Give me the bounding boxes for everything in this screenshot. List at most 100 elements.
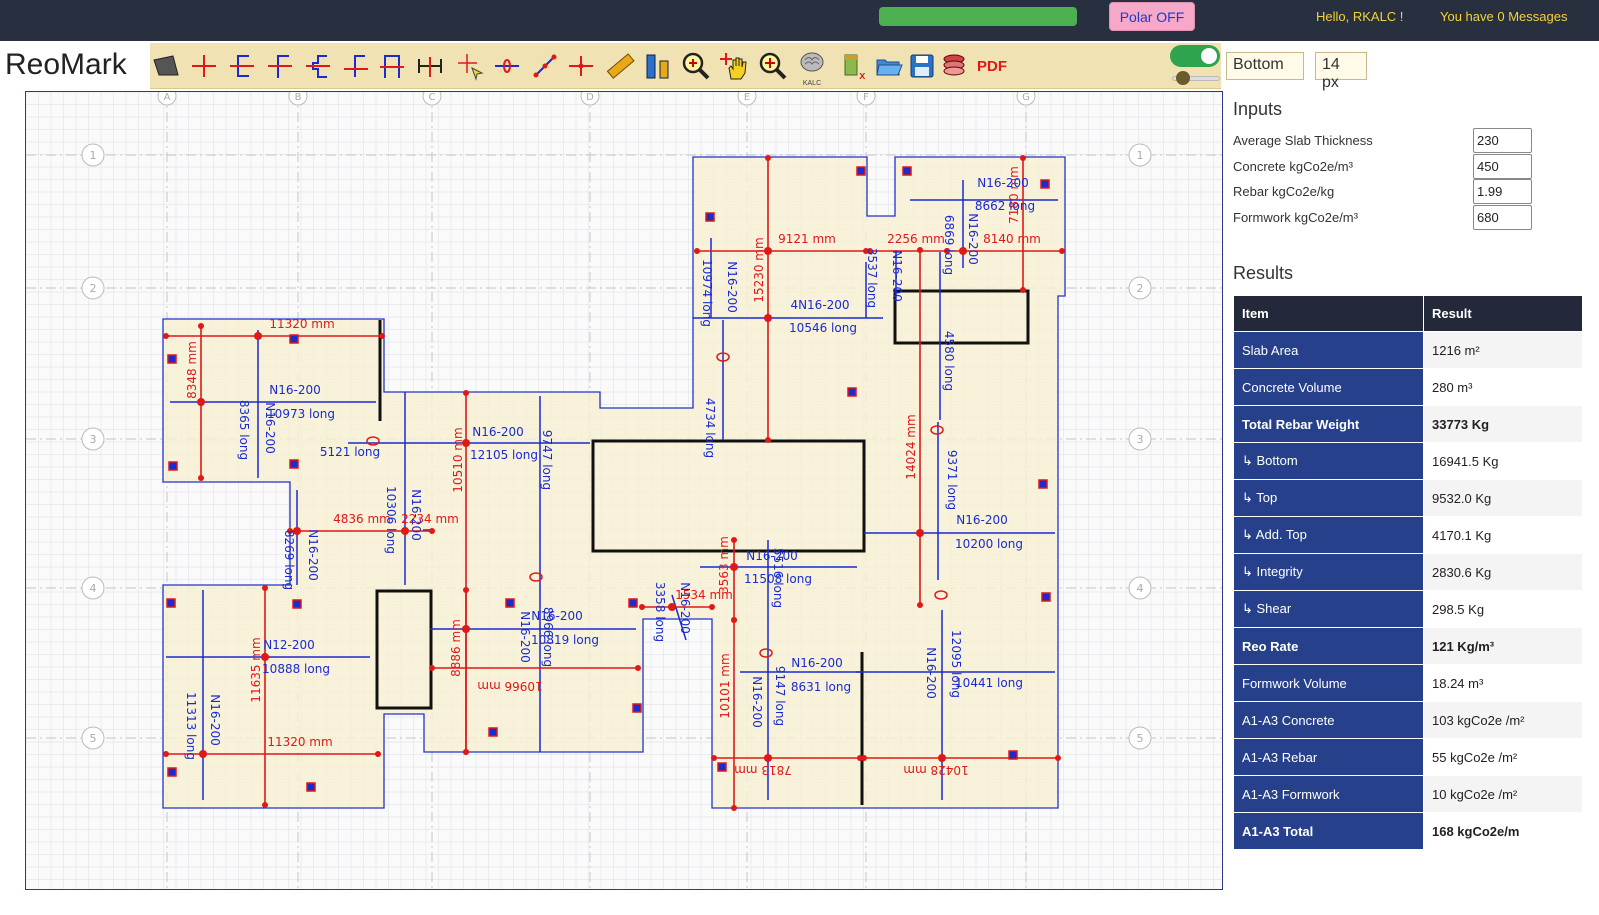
result-value: 18.24 m³ [1423,664,1583,702]
marker-square [628,598,638,608]
user-greeting[interactable]: Hello, RKALC ! [1316,9,1403,24]
results-header-result: Result [1423,295,1583,332]
pan-hand-icon[interactable] [718,49,750,83]
select-slab-icon[interactable] [150,49,182,83]
dimension-label: 11320 mm [269,317,334,331]
zoom-in-icon[interactable] [680,49,712,83]
input-label: Formwork kgCo2e/m³ [1233,209,1358,225]
dimension-label: 7813 mm [734,763,792,777]
grid-column-label: E [744,92,750,103]
kalc-brain-icon[interactable]: KALC [796,49,828,87]
marker-square [705,212,715,222]
marker-square [717,762,727,772]
dimension-icon[interactable] [414,49,446,83]
slider-knob[interactable] [1176,71,1190,85]
bar-label: 5121 long [320,445,380,459]
bar-circle-icon[interactable] [491,49,523,83]
pdf-icon[interactable]: PDF [972,49,1012,83]
result-item: A1-A3 Rebar [1233,738,1424,776]
opacity-slider[interactable] [1172,71,1220,85]
dimension-node [711,755,717,761]
polar-toggle-button[interactable]: Polar OFF [1109,2,1195,31]
level-icon[interactable] [642,49,674,83]
text-size-select[interactable]: 14 px [1315,52,1367,91]
bar-hook-icon[interactable] [264,49,296,83]
input-field[interactable]: 680 [1473,204,1532,230]
cursor-cross-icon[interactable] [454,49,486,83]
grid-row-label: 3 [90,433,97,446]
pdf-label: PDF [977,57,1007,75]
result-value: 103 kgCo2e /m² [1423,701,1583,739]
result-value: 10 kgCo2e /m² [1423,775,1583,813]
dimension-node [694,248,700,254]
ruler-icon[interactable] [604,49,636,83]
measure-line-icon[interactable] [529,49,561,83]
bar-label: N16-200 [750,676,764,727]
open-folder-icon[interactable] [873,49,905,83]
result-value: 2830.6 Kg [1423,553,1583,591]
bar-cross-icon[interactable] [188,49,220,83]
bar-label: N16-200 [269,383,320,397]
layer-select[interactable]: Bottom [1226,52,1304,80]
clear-icon[interactable]: x [838,49,870,83]
dimension-node [163,333,169,339]
dimension-node [765,437,771,443]
dimension-label: 11635 mm [249,637,263,702]
display-toggle[interactable] [1170,45,1220,67]
dimension-node [765,155,771,161]
intersection-node [764,754,772,762]
table-row: ↳ Bottom 16941.5 Kg [1233,442,1583,480]
zoom-fit-icon[interactable] [757,49,789,83]
layers-icon[interactable] [939,49,971,83]
input-row: Formwork kgCo2e/m³ 680 [1233,204,1583,230]
marker-square [1038,479,1048,489]
intersection-node [730,563,738,571]
dimension-label: 10966 mm [477,679,542,693]
messages-link[interactable]: You have 0 Messages [1440,9,1567,24]
input-row: Concrete kgCo2e/m³ 450 [1233,153,1583,179]
save-icon[interactable] [906,49,938,83]
bar-label: 8662 long [975,199,1035,213]
bar-label: N16-200 [924,647,938,698]
bar-label: 10974 long [700,259,714,327]
intersection-node [959,247,967,255]
result-item: ↳ Integrity [1233,553,1424,591]
marker-square [856,166,866,176]
bar-lap-icon[interactable] [340,49,372,83]
results-header-item: Item [1233,295,1424,332]
input-field[interactable]: 450 [1473,153,1532,179]
input-row: Rebar kgCo2e/kg 1.99 [1233,179,1583,204]
bar-bracket-icon[interactable] [226,49,258,83]
bar-label: 8365 long [237,400,251,460]
bar-label: N16-200 [678,582,692,633]
marker-square [289,459,299,469]
bar-label: 10200 long [955,537,1023,551]
drawing-canvas[interactable]: A B C D E F G 1 1 2 2 3 3 4 4 5 5 11320 mm 8348 mm 9121 mm 2… [25,91,1223,890]
input-field[interactable]: 1.99 [1473,179,1532,204]
bar-crank-icon[interactable] [302,49,334,83]
input-field[interactable]: 230 [1473,128,1532,153]
bar-label: 10441 long [955,676,1023,690]
dimension-label: 8348 mm [185,341,199,399]
marker-square [1041,592,1051,602]
bar-label: 12105 long [470,448,538,462]
bar-arrows-icon[interactable] [565,49,597,83]
marker-square [632,703,642,713]
intersection-node [916,529,924,537]
result-item: ↳ Top [1233,479,1424,517]
marker-square [306,782,316,792]
bar-label: 9147 long [773,666,787,726]
dimension-node [429,528,435,534]
bar-label: N16-200 [263,402,277,453]
grid-column-label: A [164,92,171,103]
result-item: Slab Area [1233,331,1424,369]
bar-label: 8966 long [541,607,555,667]
bar-label: 3358 long [653,582,667,642]
floor-plan[interactable]: A B C D E F G 1 1 2 2 3 3 4 4 5 5 11320 mm 8348 mm 9121 mm 2… [26,92,1223,890]
bar-stirrup-icon[interactable] [376,49,408,83]
result-item: ↳ Shear [1233,590,1424,628]
results-table: Item Result Slab Area 1216 m² Concrete Vol… [1233,295,1583,850]
bar-label: N16-200 [977,176,1028,190]
bar-label: 9371 long [945,450,959,510]
intersection-node [401,527,409,535]
